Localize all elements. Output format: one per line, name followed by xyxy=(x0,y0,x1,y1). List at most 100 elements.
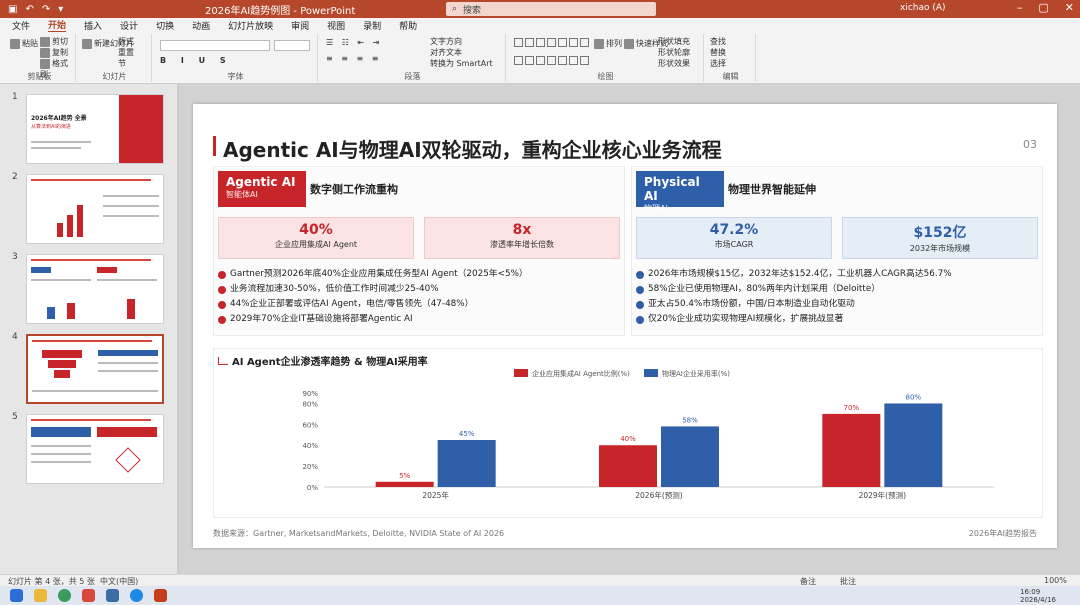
shape-outline-button[interactable]: 形状轮廓 xyxy=(658,47,690,58)
chart-panel[interactable]: 0% 20% 40% 60% 80% 90% 企业应用集成AI Agent比例(%) 物理AI… xyxy=(213,348,1043,518)
font-group-label: 字体 xyxy=(227,72,244,81)
layout-button[interactable]: 版式 xyxy=(118,36,134,47)
editing-group-label: 编辑 xyxy=(722,72,739,81)
slide-thumbnail-5[interactable] xyxy=(26,414,164,484)
slides-group: 新建幻灯片 版式 重置 节 幻灯片 xyxy=(78,34,152,82)
ribbon-tabs: 文件 开始 插入 设计 切换 动画 幻灯片放映 审阅 视图 录制 帮助 xyxy=(0,18,1080,33)
badge-subtitle: 智能体AI xyxy=(226,190,258,199)
y-tick-label: 60% xyxy=(302,421,318,429)
data-label: 40% xyxy=(620,435,636,443)
powerpoint-icon[interactable] xyxy=(154,589,167,602)
y-tick-label: 0% xyxy=(307,484,318,492)
replace-button[interactable]: 替换 xyxy=(710,47,726,58)
close-icon[interactable]: ✕ xyxy=(1065,1,1074,14)
edge-icon[interactable] xyxy=(130,589,143,602)
shape-fill-button[interactable]: 形状填充 xyxy=(658,36,690,47)
reset-button[interactable]: 重置 xyxy=(118,47,134,58)
search-placeholder: 搜索 xyxy=(463,5,482,16)
agentic-ai-badge: Agentic AI 智能体AI xyxy=(218,171,306,207)
list-buttons[interactable]: ☰ ☷ ⇤ ⇥ xyxy=(326,38,382,47)
zoom-level[interactable]: 100% xyxy=(1044,576,1067,585)
minimize-icon[interactable]: – xyxy=(1017,1,1023,14)
cut-button[interactable]: 剪切 xyxy=(40,36,68,47)
slide-thumbnail-4[interactable] xyxy=(26,334,164,404)
thumb-number: 2 xyxy=(12,172,18,182)
tab-help[interactable]: 帮助 xyxy=(399,19,417,32)
search-box[interactable]: ⌕ 搜索 xyxy=(446,2,656,16)
y-tick-label: 40% xyxy=(302,442,318,450)
tab-review[interactable]: 审阅 xyxy=(291,19,309,32)
copy-button[interactable]: 复制 xyxy=(40,47,68,58)
tab-view[interactable]: 视图 xyxy=(327,19,345,32)
physical-ai-panel[interactable]: Physical AI 物理AI 物理世界智能延伸 47.2% 市场CAGR $… xyxy=(631,166,1043,336)
styles-icon xyxy=(624,38,634,49)
shape-effects-button[interactable]: 形状效果 xyxy=(658,58,690,69)
font-format-buttons[interactable]: B I U S xyxy=(160,56,232,65)
bullet-item: 44%企业正部署或评估AI Agent，电信/零售领先（47-48%） xyxy=(218,297,622,312)
stat-card: $152亿 2032年市场规模 xyxy=(842,217,1038,259)
font-size-select[interactable] xyxy=(274,40,310,51)
radar-shape xyxy=(115,447,141,473)
undo-icon[interactable]: ↶ xyxy=(25,4,33,15)
thumb-subtitle: 从算法到AI的演进 xyxy=(31,124,71,130)
paste-button[interactable]: 粘贴 xyxy=(10,38,38,49)
tab-file[interactable]: 文件 xyxy=(12,19,30,32)
chart-bar xyxy=(884,403,943,487)
clock-date[interactable]: 2026/4/16 xyxy=(1020,596,1056,604)
tab-slideshow[interactable]: 幻灯片放映 xyxy=(228,19,273,32)
badge-title: Agentic AI xyxy=(226,175,296,189)
agentic-ai-panel[interactable]: Agentic AI 智能体AI 数字侧工作流重构 40% 企业应用集成AI A… xyxy=(213,166,625,336)
bullet-item: 2026年市场规模$15亿，2032年达$152.4亿，工业机器人CAGR高达5… xyxy=(636,267,1040,282)
shapes-gallery[interactable] xyxy=(514,38,589,72)
tab-record[interactable]: 录制 xyxy=(363,19,381,32)
tab-home[interactable]: 开始 xyxy=(48,18,67,33)
tab-design[interactable]: 设计 xyxy=(120,19,138,32)
arrange-button[interactable]: 排列 xyxy=(594,38,622,49)
tab-animations[interactable]: 动画 xyxy=(192,19,210,32)
taskbar: 16:09 2026/4/16 xyxy=(0,586,1080,605)
find-button[interactable]: 查找 xyxy=(710,36,726,47)
chart-bar xyxy=(375,481,434,487)
slide-thumbnail-1[interactable]: 2026年AI趋势 全景 从算法到AI的演进 xyxy=(26,94,164,164)
badge-title: Physical AI xyxy=(644,175,700,203)
terminal-icon[interactable] xyxy=(106,589,119,602)
panel-subtitle: 数字侧工作流重构 xyxy=(310,183,398,196)
text-direction-button[interactable]: 文字方向 xyxy=(430,36,462,47)
thumb-title: 2026年AI趋势 全景 xyxy=(31,115,87,122)
quick-access-toolbar: ▣ ↶ ↷ ▾ xyxy=(0,4,63,15)
align-buttons[interactable]: ≡ ≡ ≡ ≡ xyxy=(326,54,381,63)
bar-chart-icon xyxy=(218,300,226,309)
tab-insert[interactable]: 插入 xyxy=(84,19,102,32)
customize-icon[interactable]: ▾ xyxy=(58,4,63,15)
folder-icon[interactable] xyxy=(34,589,47,602)
arrange-icon xyxy=(594,38,604,49)
save-icon[interactable]: ▣ xyxy=(8,4,17,15)
clipboard-group-label: 剪贴板 xyxy=(27,72,52,81)
clock-time[interactable]: 16:09 xyxy=(1020,588,1040,596)
slide-thumbnail-3[interactable] xyxy=(26,254,164,324)
slide-thumbnail-2[interactable] xyxy=(26,174,164,244)
data-label: 70% xyxy=(844,404,860,412)
slide[interactable]: Agentic AI与物理AI双轮驱动，重构企业核心业务流程 03 Agenti… xyxy=(193,104,1057,548)
footer-brand: 2026年AI趋势报告 xyxy=(968,529,1037,538)
title-bar: ▣ ↶ ↷ ▾ 2026年AI趋势例图 - PowerPoint ⌕ 搜索 xi… xyxy=(0,0,1080,18)
legend-label: 企业应用集成AI Agent比例(%) xyxy=(532,369,630,378)
browser-icon[interactable] xyxy=(58,589,71,602)
font-group: B I U S 字体 xyxy=(154,34,318,82)
section-button[interactable]: 节 xyxy=(118,58,126,69)
align-text-button[interactable]: 对齐文本 xyxy=(430,47,462,58)
font-family-select[interactable] xyxy=(160,40,270,51)
smartart-button[interactable]: 转换为 SmartArt xyxy=(430,58,493,69)
window-controls: – ▢ ✕ xyxy=(1017,1,1074,14)
copy-icon xyxy=(40,47,50,58)
maximize-icon[interactable]: ▢ xyxy=(1038,1,1048,14)
stat-label: 企业应用集成AI Agent xyxy=(274,240,358,249)
redo-icon[interactable]: ↷ xyxy=(42,4,50,15)
app-icon[interactable] xyxy=(82,589,95,602)
tab-transitions[interactable]: 切换 xyxy=(156,19,174,32)
user-name[interactable]: xichao (A) xyxy=(900,3,946,13)
slide-title[interactable]: Agentic AI与物理AI双轮驱动，重构企业核心业务流程 xyxy=(223,134,722,163)
start-icon[interactable] xyxy=(10,589,23,602)
line-chart-icon xyxy=(218,356,228,365)
select-button[interactable]: 选择 xyxy=(710,58,726,69)
